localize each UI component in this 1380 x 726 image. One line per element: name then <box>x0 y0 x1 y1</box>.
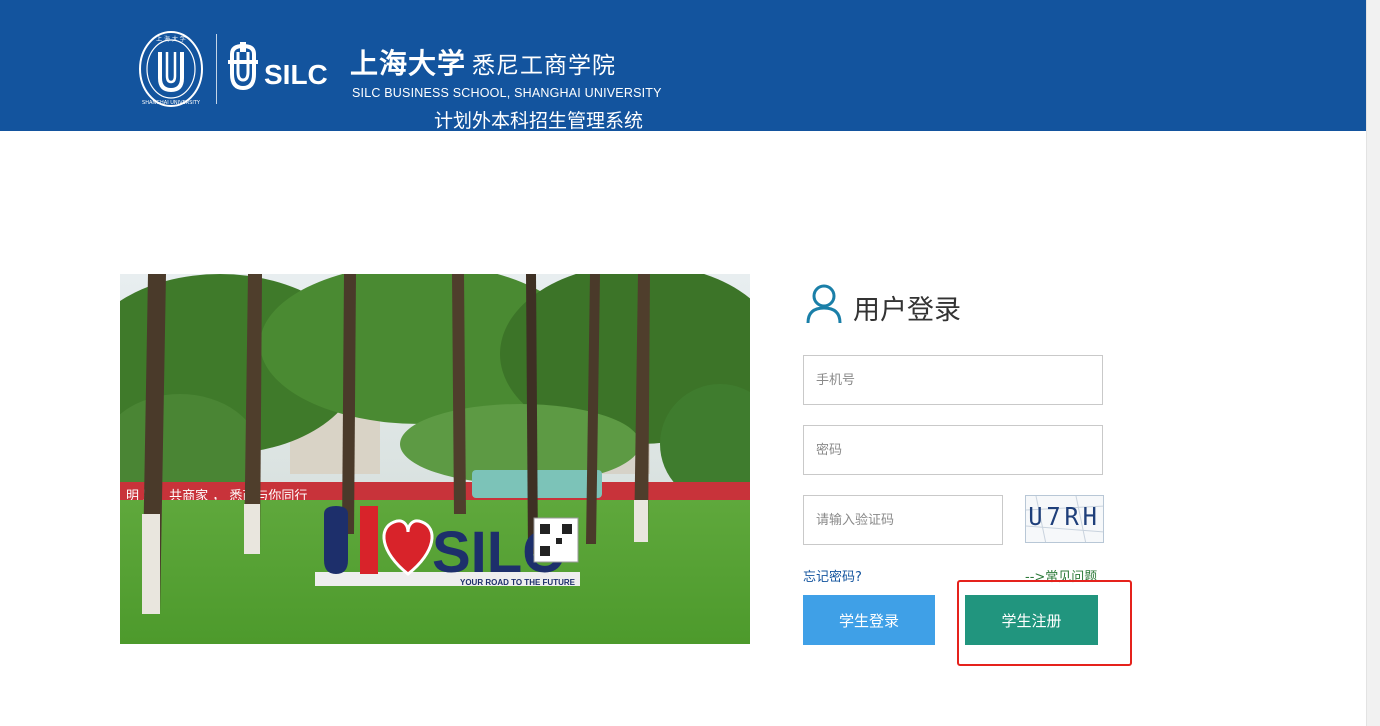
login-title: 用户登录 <box>853 295 961 326</box>
user-icon <box>806 284 842 324</box>
slogan-text: YOUR ROAD TO THE FUTURE <box>460 578 576 587</box>
register-highlight-box <box>957 580 1132 666</box>
captcha-image[interactable]: U7RH <box>1025 495 1104 543</box>
svg-text:SHANGHAI UNIVERSITY: SHANGHAI UNIVERSITY <box>142 100 201 106</box>
system-name: 计划外本科招生管理系统 <box>434 110 644 132</box>
phone-input[interactable] <box>803 355 1103 405</box>
school-name: 悉尼工商学院 <box>472 53 617 79</box>
silc-logo: SILC <box>228 42 328 91</box>
forgot-password-link[interactable]: 忘记密码? <box>803 566 862 585</box>
student-login-button[interactable]: 学生登录 <box>803 595 935 645</box>
school-name-cn: 上海大学 悉尼工商学院 <box>350 42 616 82</box>
svg-text:SILC: SILC <box>264 59 328 90</box>
campus-photo: 明 路，共商家 ， 悉商与你同行 SILC YOUR ROAD TO THE F… <box>120 274 750 644</box>
page-scrollbar[interactable] <box>1366 0 1380 726</box>
site-header: 上 海 大 学 SHANGHAI UNIVERSITY SILC 上海大学 悉尼工… <box>0 0 1366 132</box>
school-name-en: SILC BUSINESS SCHOOL, SHANGHAI UNIVERSIT… <box>352 86 662 100</box>
password-input[interactable] <box>803 425 1103 475</box>
svg-text:上 海 大 学: 上 海 大 学 <box>156 35 186 43</box>
captcha-input[interactable] <box>803 495 1003 545</box>
shanghai-university-seal-logo: 上 海 大 学 SHANGHAI UNIVERSITY <box>139 31 203 107</box>
university-name: 上海大学 <box>350 47 467 80</box>
captcha-text: U7RH <box>1028 502 1101 531</box>
header-divider <box>216 34 217 104</box>
